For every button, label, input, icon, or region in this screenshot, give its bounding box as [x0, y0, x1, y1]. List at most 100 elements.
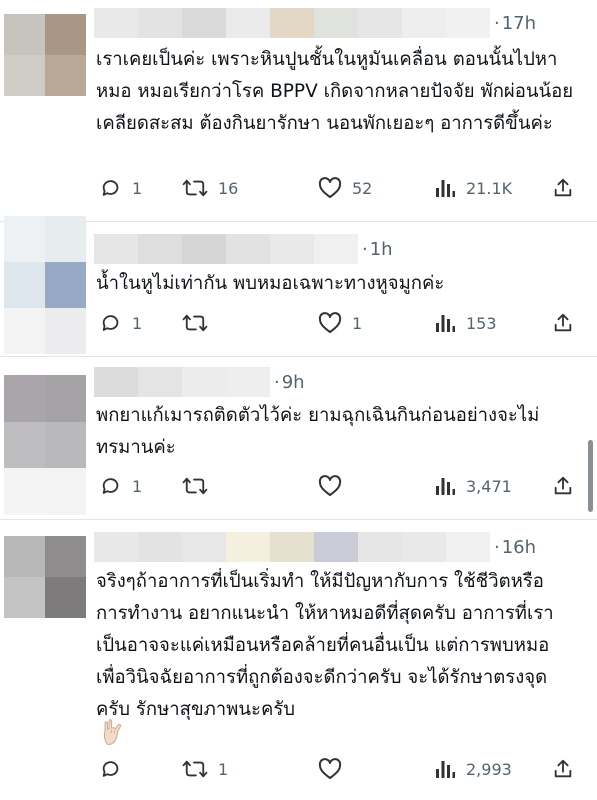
views-button[interactable]: 3,471	[434, 471, 512, 501]
share-icon	[552, 312, 574, 334]
avatar-blur-block	[4, 536, 45, 577]
reply-3[interactable]: · 9h พกยาแก้เมารถติดตัวไว้ค่ะ ยามฉุกเฉิน…	[0, 357, 597, 517]
name-blur-block	[314, 8, 358, 38]
reply-icon	[100, 758, 122, 780]
like-button[interactable]: 52	[318, 173, 372, 203]
name-blur-block	[94, 367, 138, 397]
bar-chart-icon	[434, 475, 456, 497]
heart-icon	[318, 475, 342, 497]
timestamp[interactable]: 16h	[502, 537, 536, 558]
author-name-blurred[interactable]	[94, 532, 490, 562]
avatar-blur-block	[45, 308, 86, 354]
name-blur-block	[270, 234, 314, 264]
reply-text: เราเคยเป็นค่ะ เพราะหินปูนชั้นในหูมันเคลื…	[96, 49, 574, 134]
action-bar: 1 1 153	[96, 308, 586, 338]
avatar-blur-block	[45, 14, 86, 55]
reply-1[interactable]: · 17h เราเคยเป็นค่ะ เพราะหินปูนชั้นในหูม…	[0, 0, 597, 214]
repost-button[interactable]: 16	[182, 173, 238, 203]
reply-icon	[100, 312, 122, 334]
like-count: 1	[352, 313, 363, 333]
avatar-blur-block	[4, 577, 45, 618]
reply-button[interactable]	[100, 754, 122, 784]
author-name-blurred[interactable]	[94, 234, 358, 264]
repost-icon	[182, 312, 208, 334]
timestamp[interactable]: 9h	[282, 372, 305, 393]
avatar-blur-block	[45, 577, 86, 618]
rock-on-hand-emoji	[103, 719, 121, 745]
reply-4[interactable]: · 16h จริงๆถ้าอาการที่เป็นเริ่มทำ ให้มีป…	[0, 520, 597, 800]
name-blur-block	[138, 8, 182, 38]
name-blur-block	[182, 234, 226, 264]
views-button[interactable]: 2,993	[434, 754, 512, 784]
share-button[interactable]	[552, 754, 574, 784]
repost-count: 16	[218, 178, 239, 198]
views-button[interactable]: 153	[434, 308, 497, 338]
author-name-blurred[interactable]	[94, 8, 490, 38]
like-button[interactable]	[318, 471, 342, 501]
heart-icon	[318, 312, 342, 334]
reply-2[interactable]: · 1h น้ำในหูไม่เท่ากัน พบหมอเฉพาะทางหูจม…	[0, 216, 597, 354]
reply-button[interactable]: 1	[100, 308, 142, 338]
heart-icon	[318, 177, 342, 199]
reply-button[interactable]: 1	[100, 173, 142, 203]
avatar-blur-block	[4, 375, 45, 422]
name-blur-block	[358, 8, 402, 38]
name-blur-block	[226, 234, 270, 264]
avatar[interactable]	[4, 375, 86, 515]
name-blur-block	[182, 8, 226, 38]
view-count: 21.1K	[466, 178, 513, 198]
name-blur-block	[270, 532, 314, 562]
name-blur-block	[138, 367, 182, 397]
timestamp[interactable]: 17h	[502, 13, 536, 34]
repost-icon	[182, 177, 208, 199]
name-blur-block	[314, 532, 358, 562]
avatar-blur-block	[45, 262, 86, 308]
reply-text: จริงๆถ้าอาการที่เป็นเริ่มทำ ให้มีปัญหากั…	[96, 571, 554, 720]
reply-text: พกยาแก้เมารถติดตัวไว้ค่ะ ยามฉุกเฉินกินก่…	[96, 405, 540, 458]
avatar-blur-block	[45, 421, 86, 469]
avatar-blur-block	[45, 216, 86, 262]
share-icon	[552, 177, 574, 199]
name-blur-block	[226, 8, 270, 38]
name-blur-block	[314, 234, 358, 264]
share-button[interactable]	[552, 173, 574, 203]
avatar-blur-block	[4, 216, 45, 262]
repost-icon	[182, 758, 208, 780]
share-button[interactable]	[552, 471, 574, 501]
views-button[interactable]: 21.1K	[434, 173, 512, 203]
like-button[interactable]: 1	[318, 308, 362, 338]
reply-count: 1	[132, 178, 143, 198]
like-button[interactable]	[318, 754, 342, 784]
view-count: 3,471	[466, 476, 512, 496]
repost-icon	[182, 475, 208, 497]
avatar[interactable]	[4, 536, 86, 618]
timestamp[interactable]: 1h	[370, 239, 393, 260]
avatar[interactable]	[4, 216, 86, 354]
scrollbar[interactable]	[588, 440, 593, 512]
repost-count: 1	[218, 759, 229, 779]
avatar-blur-block	[4, 468, 45, 515]
repost-button[interactable]	[182, 471, 208, 501]
reply-icon	[100, 177, 122, 199]
author-name-blurred[interactable]	[94, 367, 270, 397]
bar-chart-icon	[434, 312, 456, 334]
avatar-blur-block	[4, 55, 45, 96]
name-blur-block	[402, 532, 446, 562]
separator-dot: ·	[494, 12, 500, 34]
reply-header: · 1h	[94, 234, 393, 264]
reply-header: · 17h	[94, 8, 536, 38]
avatar-blur-block	[4, 421, 45, 469]
share-button[interactable]	[552, 308, 574, 338]
avatar[interactable]	[4, 14, 86, 96]
heart-icon	[318, 758, 342, 780]
reply-button[interactable]: 1	[100, 471, 142, 501]
avatar-blur-block	[4, 308, 45, 354]
name-blur-block	[226, 367, 270, 397]
view-count: 153	[466, 313, 497, 333]
name-blur-block	[446, 8, 490, 38]
like-count: 52	[352, 178, 373, 198]
repost-button[interactable]	[182, 308, 208, 338]
avatar-blur-block	[4, 14, 45, 55]
action-bar: 1 2,993	[96, 754, 586, 784]
repost-button[interactable]: 1	[182, 754, 228, 784]
